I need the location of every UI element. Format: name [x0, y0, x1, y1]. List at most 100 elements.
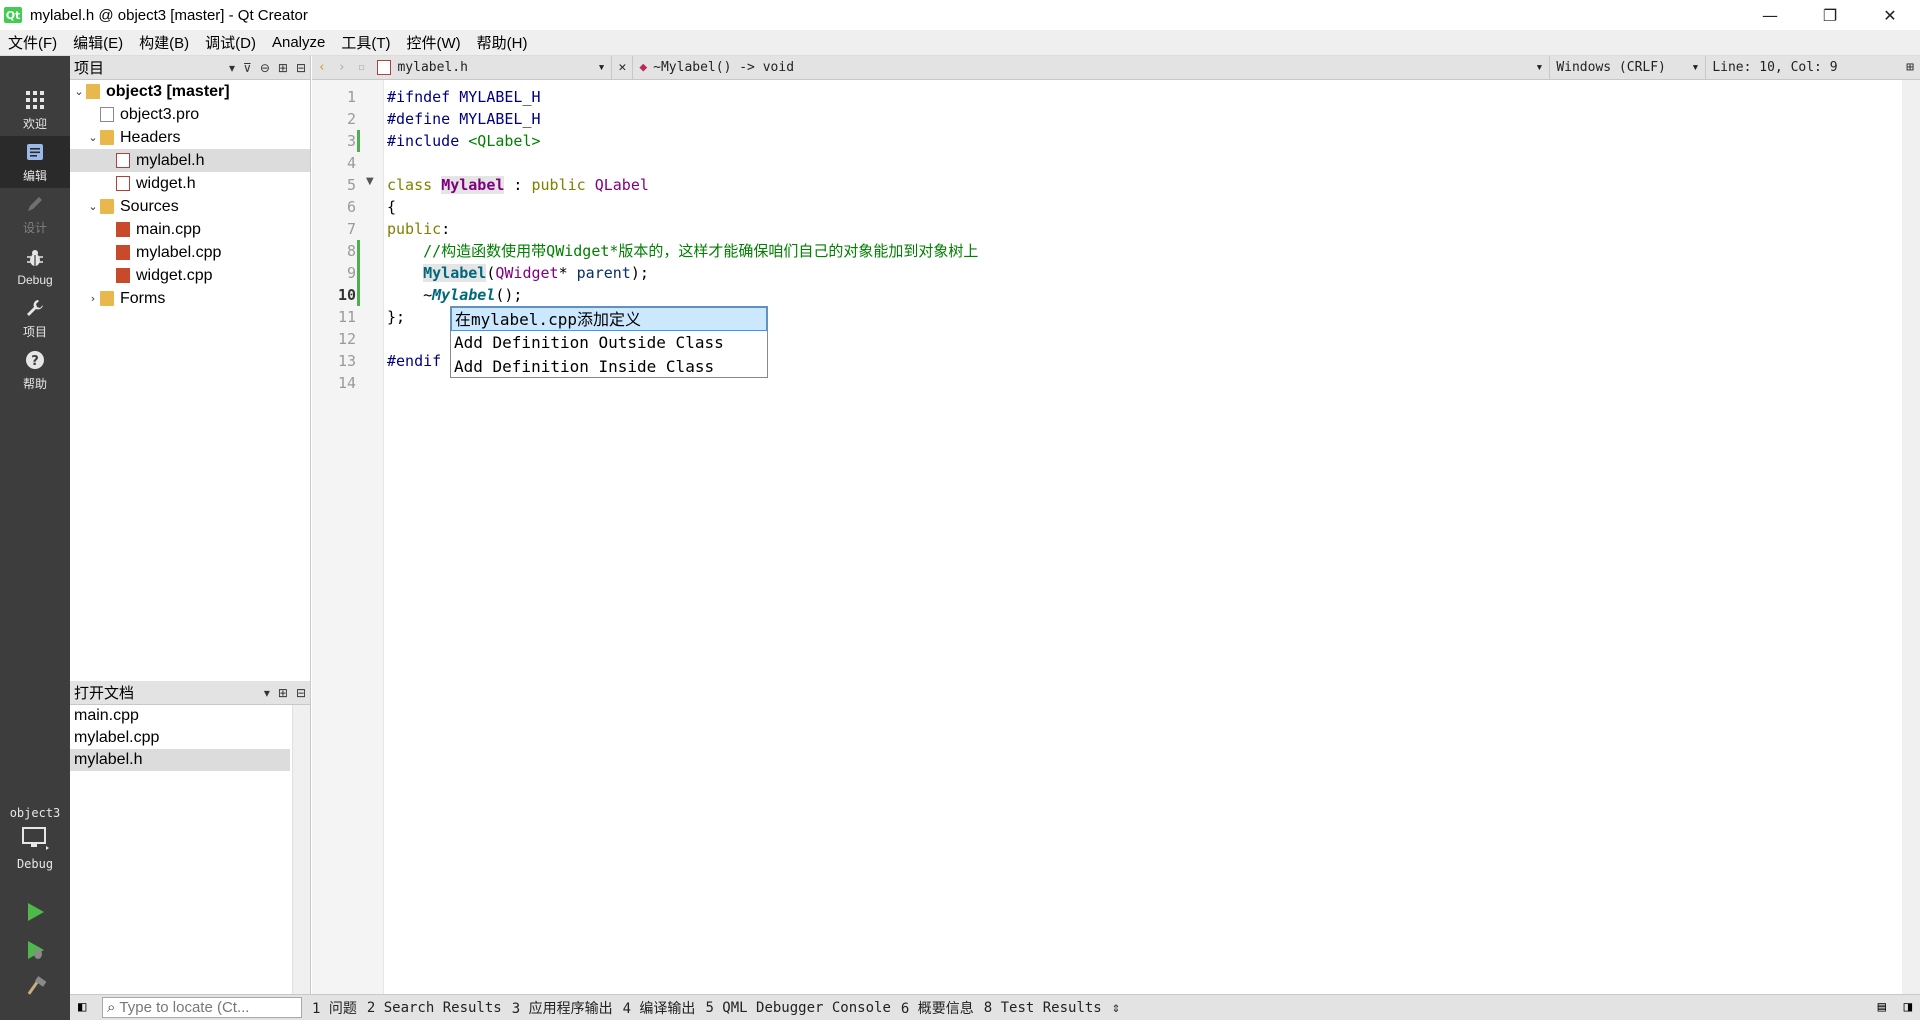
tree-item-forms[interactable]: › Forms	[70, 287, 310, 310]
kit-project-label: object3	[9, 806, 61, 820]
file-selector[interactable]: mylabel.h ▾	[371, 56, 611, 80]
open-docs-scrollbar[interactable]	[292, 705, 310, 994]
tree-item-widget-cpp[interactable]: widget.cpp	[70, 264, 310, 287]
cpp-file-icon	[116, 222, 130, 237]
menu-file[interactable]: 文件(F)	[0, 32, 65, 53]
symbol-icon: ◆	[639, 60, 648, 75]
back-button[interactable]: ‹	[312, 56, 332, 80]
kit-selector[interactable]: object3 Debug	[0, 806, 70, 876]
pane-application-output[interactable]: 3 应用程序输出	[512, 998, 613, 1018]
split-editor-icon[interactable]: ⊞	[1900, 56, 1920, 80]
open-doc-item[interactable]: mylabel.h	[70, 749, 290, 771]
toggle-sidebar-icon[interactable]: ◧	[78, 999, 86, 1015]
close-pane-icon[interactable]: ⊟	[296, 686, 306, 700]
encoding-selector[interactable]: Windows (CRLF) ▾	[1549, 55, 1705, 80]
menu-analyze[interactable]: Analyze	[264, 34, 333, 51]
tree-item-widget-h[interactable]: widget.h	[70, 172, 310, 195]
popup-item-add-inside-class[interactable]: Add Definition Inside Class	[451, 355, 767, 379]
tree-item-mylabel-h[interactable]: mylabel.h	[70, 149, 310, 172]
chevron-down-icon[interactable]: ⌄	[86, 131, 100, 144]
header-file-icon	[116, 153, 130, 168]
tree-item-sources[interactable]: ⌄ Sources	[70, 195, 310, 218]
debug-run-button[interactable]	[0, 932, 70, 968]
pane-general-messages[interactable]: 6 概要信息	[901, 998, 974, 1018]
close-document-button[interactable]: ✕	[611, 55, 634, 80]
editor-toolbar: ‹ › ▫ mylabel.h ▾ ✕ ◆ ~Mylabel() -> void…	[312, 55, 1920, 80]
pane-test-results[interactable]: 8 Test Results	[984, 1000, 1102, 1016]
chevron-down-icon[interactable]: ⌄	[72, 85, 86, 98]
build-button[interactable]	[0, 968, 70, 1004]
editor-scrollbar[interactable]	[1902, 80, 1920, 994]
popup-item-add-outside-class[interactable]: Add Definition Outside Class	[451, 331, 767, 355]
tree-item-pro-file[interactable]: object3.pro	[70, 103, 310, 126]
mode-design[interactable]: 设计	[0, 188, 70, 240]
tree-item-project-root[interactable]: ⌄ object3 [master]	[70, 80, 310, 103]
restore-button[interactable]: ❐	[1800, 0, 1860, 30]
close-pane-icon[interactable]: ⊟	[296, 61, 306, 75]
menu-help[interactable]: 帮助(H)	[469, 32, 536, 53]
pane-compile-output[interactable]: 4 编译输出	[623, 998, 696, 1018]
tree-item-label: mylabel.h	[136, 151, 205, 169]
filter-icon[interactable]: ⊽	[243, 61, 252, 75]
mode-label: 欢迎	[22, 117, 47, 131]
menu-build[interactable]: 构建(B)	[131, 32, 197, 53]
dropdown-icon[interactable]: ▾	[229, 61, 235, 75]
grid-icon	[23, 88, 47, 112]
more-panes-icon[interactable]: ⇕	[1112, 1000, 1120, 1016]
toggle-right-sidebar-icon[interactable]: ◨	[1904, 999, 1912, 1015]
open-doc-item[interactable]: mylabel.cpp	[70, 727, 290, 749]
line-number: 12	[337, 330, 356, 348]
menu-bar: 文件(F) 编辑(E) 构建(B) 调试(D) Analyze 工具(T) 控件…	[0, 30, 1920, 56]
line-ending-label: Windows (CRLF)	[1556, 60, 1666, 75]
pane-search-results[interactable]: 2 Search Results	[367, 1000, 502, 1016]
debug-run-icon	[28, 941, 44, 959]
bug-icon	[23, 246, 47, 270]
mode-welcome[interactable]: 欢迎	[0, 84, 70, 136]
mode-debug[interactable]: Debug	[0, 240, 70, 292]
link-icon[interactable]: ⊖	[260, 61, 270, 75]
mode-label: Debug	[17, 272, 53, 287]
cursor-position[interactable]: Line: 10, Col: 9	[1705, 55, 1865, 80]
cursor-position-label: Line: 10, Col: 9	[1712, 60, 1838, 75]
chevron-right-icon[interactable]: ›	[86, 292, 100, 305]
locator-input[interactable]: ⌕ Type to locate (Ct...	[102, 997, 302, 1018]
cpp-file-icon	[116, 268, 130, 283]
tree-item-main-cpp[interactable]: main.cpp	[70, 218, 310, 241]
popup-item-add-definition-cpp[interactable]: 在mylabel.cpp添加定义	[451, 307, 767, 331]
tree-item-headers[interactable]: ⌄ Headers	[70, 126, 310, 149]
open-doc-item[interactable]: main.cpp	[70, 705, 290, 727]
header-file-icon	[377, 60, 392, 75]
menu-debug[interactable]: 调试(D)	[197, 32, 264, 53]
cpp-file-icon	[116, 245, 130, 260]
code-line: {	[387, 198, 397, 216]
split-icon[interactable]: ⊞	[278, 61, 288, 75]
symbol-selector[interactable]: ◆ ~Mylabel() -> void ▾	[633, 56, 1549, 80]
mode-projects[interactable]: 项目	[0, 292, 70, 344]
tree-item-label: widget.h	[136, 174, 196, 192]
code-editor[interactable]: 1 2 3 4 5 ▼ 6 7 8 9 10 11 12 13 14 #ifnd…	[312, 80, 1920, 994]
mode-label: 帮助	[22, 377, 47, 391]
mode-help[interactable]: ? 帮助	[0, 344, 70, 396]
progress-toggle-icon[interactable]: ▤	[1878, 999, 1886, 1015]
tree-item-mylabel-cpp[interactable]: mylabel.cpp	[70, 241, 310, 264]
wrench-icon	[23, 296, 47, 320]
line-number: 3	[346, 132, 356, 150]
menu-controls[interactable]: 控件(W)	[399, 32, 469, 53]
menu-edit[interactable]: 编辑(E)	[65, 32, 131, 53]
menu-tools[interactable]: 工具(T)	[333, 32, 398, 53]
search-icon: ⌕	[107, 999, 116, 1016]
monitor-icon	[21, 826, 49, 853]
run-button[interactable]	[0, 894, 70, 930]
tree-item-label: object3 [master]	[106, 82, 230, 100]
split-icon[interactable]: ⊞	[278, 686, 288, 700]
minimize-button[interactable]: —	[1740, 0, 1800, 30]
pane-qml-debugger-console[interactable]: 5 QML Debugger Console	[705, 1000, 890, 1016]
forward-button[interactable]: ›	[332, 56, 352, 80]
tree-item-label: Headers	[120, 128, 181, 146]
mode-edit[interactable]: 编辑	[0, 136, 70, 188]
pane-issues[interactable]: 1 问题	[312, 998, 357, 1018]
fold-arrow-icon[interactable]: ▼	[366, 176, 374, 187]
close-button[interactable]: ✕	[1860, 0, 1920, 30]
dropdown-icon[interactable]: ▾	[264, 686, 270, 700]
chevron-down-icon[interactable]: ⌄	[86, 200, 100, 213]
